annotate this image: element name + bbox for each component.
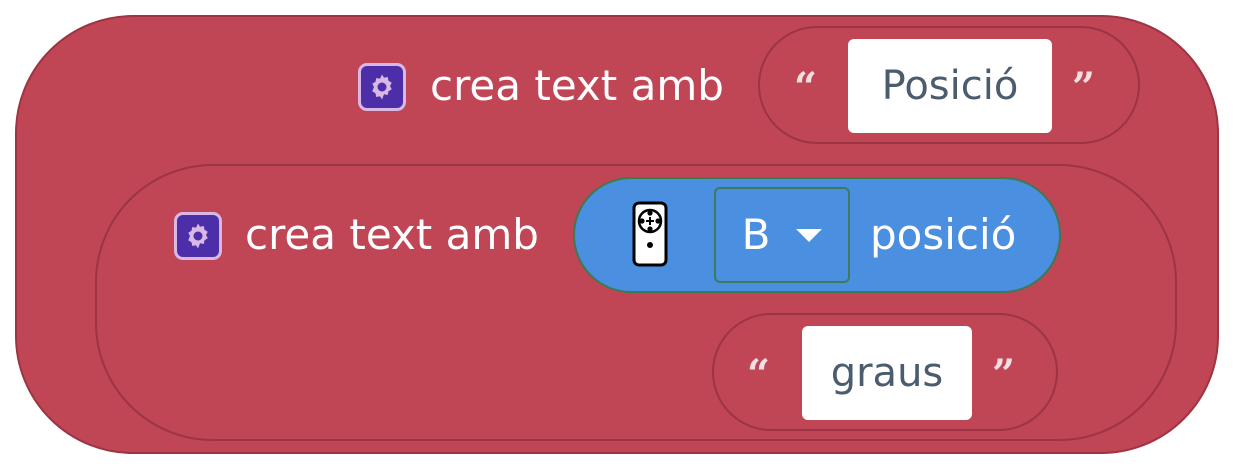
open-quote-icon: “ [794,64,818,111]
dropdown-value: B [741,210,771,259]
sensor-suffix-label: posició [870,210,1017,259]
remote-controller-icon [632,201,668,267]
sensor-port-dropdown[interactable]: B [714,187,850,283]
close-quote-icon: ” [1072,64,1096,111]
gear-icon-glyph [188,223,208,249]
gear-icon [358,63,406,111]
gear-icon [174,212,222,260]
string-input-outer[interactable]: Posició [848,39,1052,133]
chevron-down-icon [796,228,823,242]
string-input-inner[interactable]: graus [802,326,972,420]
open-quote-icon: “ [747,351,771,398]
block-label-outer: crea text amb [430,61,724,110]
close-quote-icon: ” [992,351,1016,398]
block-label-inner: crea text amb [245,210,539,259]
gear-icon-glyph [372,74,392,100]
